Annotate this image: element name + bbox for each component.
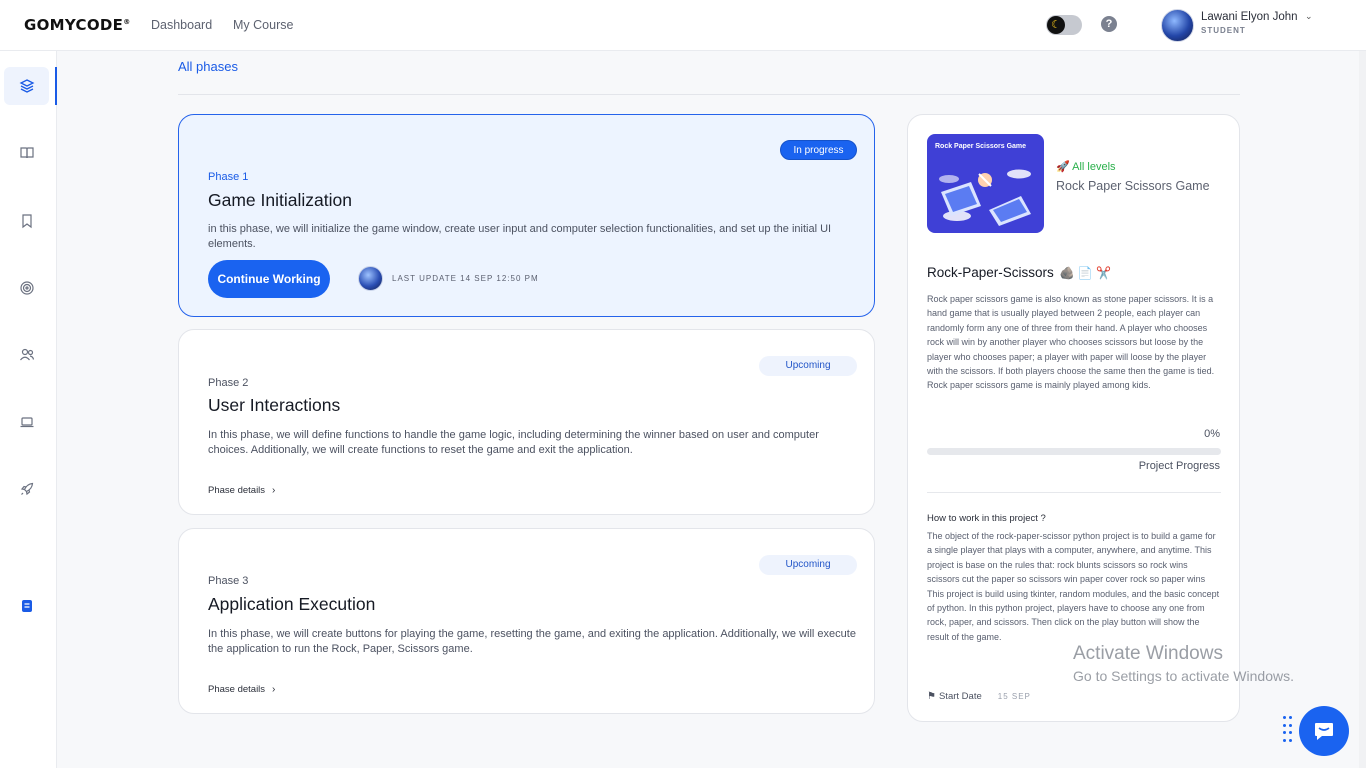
user-avatar[interactable] [1161,9,1194,42]
phase-label: Phase 3 [208,575,249,587]
sidebar-item-projects[interactable] [4,470,49,508]
progress-percentage: 0% [1204,428,1220,440]
sidebar-item-courses[interactable] [4,134,49,172]
phase-details-link[interactable]: Phase details › [208,485,275,496]
user-name[interactable]: Lawani Elyon John [1201,11,1298,23]
project-heading-emoji: 🪨 📄 ✂️ [1059,266,1112,280]
phase-card[interactable]: In progress Phase 1 Game Initialization … [178,114,875,317]
moon-icon: ☾ [1047,16,1065,34]
activate-windows-subtitle: Go to Settings to activate Windows. [1073,668,1294,684]
phase-title: Game Initialization [208,190,352,210]
project-card: Rock Paper Scissors Game 🚀 All levels Ro… [907,114,1240,722]
last-update-text: LAST UPDATE 14 SEP 12:50 PM [392,274,539,283]
sidebar-item-bookmarks[interactable] [4,202,49,240]
sidebar-item-workspace[interactable] [4,403,49,441]
project-thumbnail: Rock Paper Scissors Game [927,134,1044,233]
phase-label: Phase 2 [208,377,249,389]
target-icon [19,281,34,295]
chevron-right-icon: › [272,485,276,496]
phase-label: Phase 1 [208,171,249,183]
divider [927,492,1221,493]
phase-description: In this phase, we will define functions … [208,429,819,456]
project-heading: Rock-Paper-Scissors 🪨 📄 ✂️ [927,265,1112,280]
gomycode-logo[interactable]: GOMYCODE® [24,16,131,34]
rocket-icon: 🚀 [1056,161,1070,173]
progress-label: Project Progress [1138,460,1220,472]
nav-dashboard-link[interactable]: Dashboard [151,18,212,32]
sidebar-active-marker [55,67,57,105]
avatar [358,266,383,291]
sidebar-item-community[interactable] [4,336,49,374]
phase-card[interactable]: Upcoming Phase 3 Application Execution I… [178,528,875,714]
nav-my-course-link[interactable]: My Course [233,18,293,32]
user-role: STUDENT [1201,26,1246,35]
sidebar-item-goals[interactable] [4,269,49,307]
all-phases-link[interactable]: All phases [178,59,238,74]
sidebar [0,51,57,768]
chat-button[interactable] [1299,706,1349,756]
users-icon [19,348,34,361]
sidebar-item-notes[interactable] [4,587,49,625]
continue-working-button[interactable]: Continue Working [208,260,330,298]
phase-description: in this phase, we will initialize the ga… [208,223,832,250]
project-name: Rock Paper Scissors Game [1056,179,1210,193]
theme-toggle[interactable]: ☾ [1046,15,1082,35]
start-date-value: 15 SEP [997,692,1031,701]
flag-icon: ⚑ [927,691,936,702]
rocket-icon [20,482,33,496]
phase-title: User Interactions [208,395,341,415]
chevron-down-icon[interactable]: ⌄ [1305,11,1313,22]
drag-handle-icon[interactable] [1283,716,1293,744]
project-description: Rock paper scissors game is also known a… [927,294,1215,391]
how-to-work-text: The object of the rock-paper-scissor pyt… [927,531,1220,642]
phase-description: In this phase, we will create buttons fo… [208,628,856,655]
laptops-illustration-icon [939,169,1031,226]
divider [178,94,1240,95]
activate-windows-title: Activate Windows [1073,643,1223,664]
layers-icon [19,79,34,93]
book-icon [19,147,34,159]
status-badge: Upcoming [759,356,857,376]
top-bar: GOMYCODE® Dashboard My Course ☾ ? Lawani… [0,0,1366,51]
progress-bar [927,448,1221,455]
notes-icon [21,600,32,612]
bookmark-icon [21,214,32,229]
how-to-work-title: How to work in this project ? [927,513,1046,524]
phase-card[interactable]: Upcoming Phase 2 User Interactions In th… [178,329,875,515]
chat-icon [1315,723,1333,740]
status-badge: In progress [780,140,857,160]
chevron-right-icon: › [272,684,276,695]
scrollbar[interactable] [1359,51,1366,768]
level-indicator: 🚀 All levels [1056,161,1116,173]
phase-title: Application Execution [208,594,376,614]
status-badge: Upcoming [759,555,857,575]
start-date: ⚑ Start Date 15 SEP [927,691,1031,702]
sidebar-item-phases[interactable] [4,67,49,105]
laptop-icon [20,417,33,428]
phase-details-link[interactable]: Phase details › [208,684,275,695]
help-icon[interactable]: ? [1101,16,1117,32]
